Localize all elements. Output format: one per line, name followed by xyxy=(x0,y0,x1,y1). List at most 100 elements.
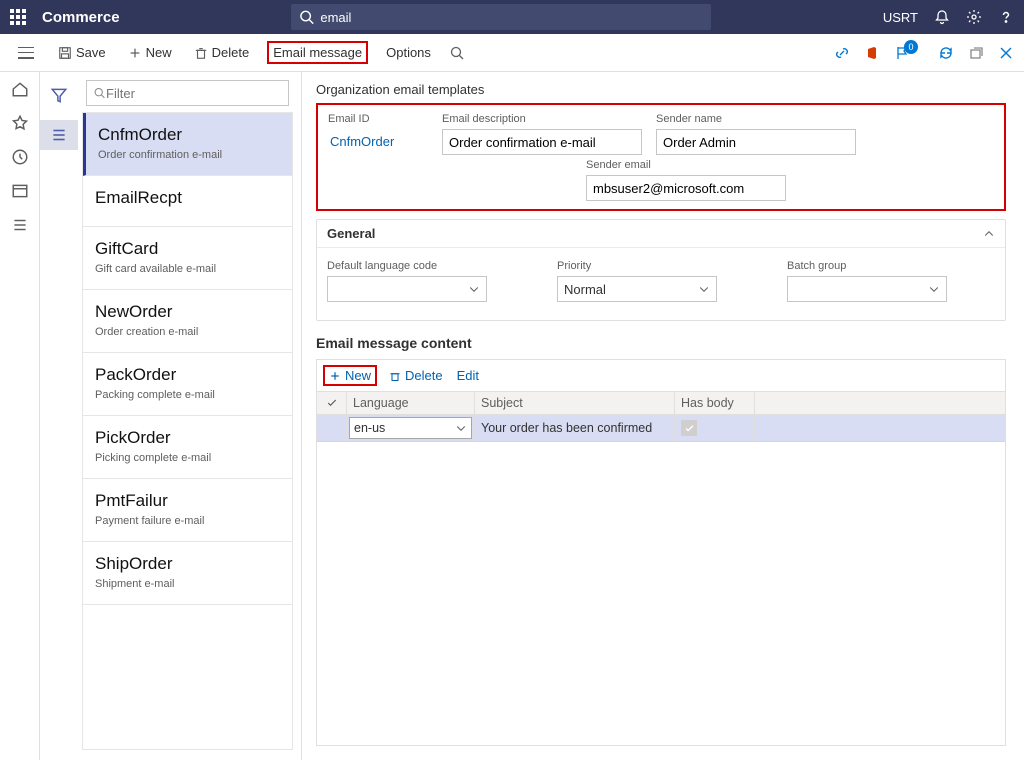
emc-edit-button[interactable]: Edit xyxy=(457,366,479,385)
list-filter[interactable] xyxy=(86,80,289,106)
check-icon xyxy=(684,423,695,434)
user-company-label[interactable]: USRT xyxy=(883,10,918,25)
sender-name-input[interactable] xyxy=(656,129,856,155)
priority-select[interactable]: Normal xyxy=(557,276,717,302)
list-item[interactable]: PackOrder Packing complete e-mail xyxy=(83,353,292,416)
row-has-body-checkbox xyxy=(681,420,697,436)
emc-edit-label: Edit xyxy=(457,368,479,383)
save-icon xyxy=(58,46,72,60)
new-button[interactable]: New xyxy=(124,43,176,62)
list-item-title: GiftCard xyxy=(95,239,280,259)
filter-toggle[interactable] xyxy=(40,80,78,110)
list-filter-input[interactable] xyxy=(106,86,282,101)
list-rail xyxy=(40,72,78,760)
list-item[interactable]: EmailRecpt xyxy=(83,176,292,227)
help-icon[interactable] xyxy=(998,9,1014,25)
email-id-label: Email ID xyxy=(328,113,428,125)
list-item-title: PackOrder xyxy=(95,365,280,385)
list-item-title: PickOrder xyxy=(95,428,280,448)
list-item-title: EmailRecpt xyxy=(95,188,280,208)
list-item[interactable]: GiftCardGift card available e-mail xyxy=(83,227,292,290)
options-button[interactable]: Options xyxy=(382,43,435,62)
general-title: General xyxy=(327,226,375,241)
check-icon[interactable] xyxy=(326,397,338,409)
list-toggle[interactable] xyxy=(40,120,78,150)
gear-icon[interactable] xyxy=(966,9,982,25)
emc-new-label: New xyxy=(345,368,371,383)
sender-email-input[interactable] xyxy=(586,175,786,201)
plus-icon xyxy=(329,370,341,382)
sender-email-label: Sender email xyxy=(586,159,786,171)
trash-icon xyxy=(389,370,401,382)
batch-select[interactable] xyxy=(787,276,947,302)
list-item[interactable]: NewOrderOrder creation e-mail xyxy=(83,290,292,353)
list-item-sub: Packing complete e-mail xyxy=(95,389,280,401)
search-action-icon[interactable] xyxy=(449,45,465,61)
row-subject[interactable]: Your order has been confirmed xyxy=(475,415,675,441)
default-lang-select[interactable] xyxy=(327,276,487,302)
bell-icon[interactable] xyxy=(934,9,950,25)
emc-new-button[interactable]: New xyxy=(323,365,377,386)
list-item[interactable]: ShipOrderShipment e-mail xyxy=(83,542,292,605)
star-icon[interactable] xyxy=(11,114,29,132)
emc-delete-label: Delete xyxy=(405,368,443,383)
priority-value: Normal xyxy=(564,282,606,297)
row-language-value: en-us xyxy=(354,421,385,435)
emc-toolbar: New Delete Edit xyxy=(316,359,1006,391)
top-navbar: Commerce USRT xyxy=(0,0,1024,34)
popout-icon[interactable] xyxy=(968,45,984,61)
list-item-sub: Payment failure e-mail xyxy=(95,515,280,527)
recent-icon[interactable] xyxy=(11,148,29,166)
emc-grid: Language Subject Has body en-us Your ord… xyxy=(316,391,1006,746)
global-search[interactable] xyxy=(291,4,711,30)
home-icon[interactable] xyxy=(11,80,29,98)
template-list: CnfmOrderOrder confirmation e-mail EmailR… xyxy=(82,112,293,750)
chevron-up-icon[interactable] xyxy=(983,228,995,240)
save-button[interactable]: Save xyxy=(54,43,110,62)
email-desc-input[interactable] xyxy=(442,129,642,155)
row-select[interactable] xyxy=(317,415,347,441)
chevron-down-icon xyxy=(455,422,467,434)
col-subject[interactable]: Subject xyxy=(475,392,675,414)
modules-icon[interactable] xyxy=(11,216,29,234)
workspace-icon[interactable] xyxy=(11,182,29,200)
refresh-icon[interactable] xyxy=(938,45,954,61)
hamburger-icon[interactable] xyxy=(18,47,34,59)
brand-label: Commerce xyxy=(42,9,120,26)
default-lang-label: Default language code xyxy=(327,260,487,272)
trash-icon xyxy=(194,46,208,60)
link-icon[interactable] xyxy=(834,45,850,61)
options-label: Options xyxy=(386,45,431,60)
list-item[interactable]: PickOrderPicking complete e-mail xyxy=(83,416,292,479)
delete-button[interactable]: Delete xyxy=(190,43,254,62)
col-has-body[interactable]: Has body xyxy=(675,392,755,414)
list-item[interactable]: PmtFailur Payment failure e-mail xyxy=(83,479,292,542)
list-item[interactable]: CnfmOrderOrder confirmation e-mail xyxy=(83,113,292,176)
global-search-input[interactable] xyxy=(320,10,703,25)
page-title: Organization email templates xyxy=(316,82,1006,97)
plus-icon xyxy=(128,46,142,60)
email-message-button[interactable]: Email message xyxy=(267,41,368,64)
list-icon xyxy=(50,126,68,144)
notifications-badge[interactable]: 0 xyxy=(894,45,924,61)
emc-delete-button[interactable]: Delete xyxy=(389,366,443,385)
action-bar: Save New Delete Email message Options 0 xyxy=(0,34,1024,72)
email-id-value[interactable]: CnfmOrder xyxy=(328,129,428,154)
grid-row[interactable]: en-us Your order has been confirmed xyxy=(317,415,1005,442)
email-desc-label: Email description xyxy=(442,113,642,125)
list-item-title: PmtFailur xyxy=(95,491,280,511)
template-list-panel: CnfmOrderOrder confirmation e-mail EmailR… xyxy=(78,72,302,760)
funnel-icon xyxy=(50,86,68,104)
row-language-input[interactable]: en-us xyxy=(349,417,472,439)
notification-count: 0 xyxy=(904,40,918,54)
delete-label: Delete xyxy=(212,45,250,60)
list-item-sub: Order creation e-mail xyxy=(95,326,280,338)
search-icon xyxy=(299,9,314,25)
emc-title: Email message content xyxy=(316,335,1006,351)
col-language[interactable]: Language xyxy=(347,392,475,414)
app-launcher-icon[interactable] xyxy=(10,9,26,25)
template-header-fields: Email ID CnfmOrder Email description Sen… xyxy=(316,103,1006,211)
close-icon[interactable] xyxy=(998,45,1014,61)
sender-name-label: Sender name xyxy=(656,113,856,125)
office-icon[interactable] xyxy=(864,45,880,61)
